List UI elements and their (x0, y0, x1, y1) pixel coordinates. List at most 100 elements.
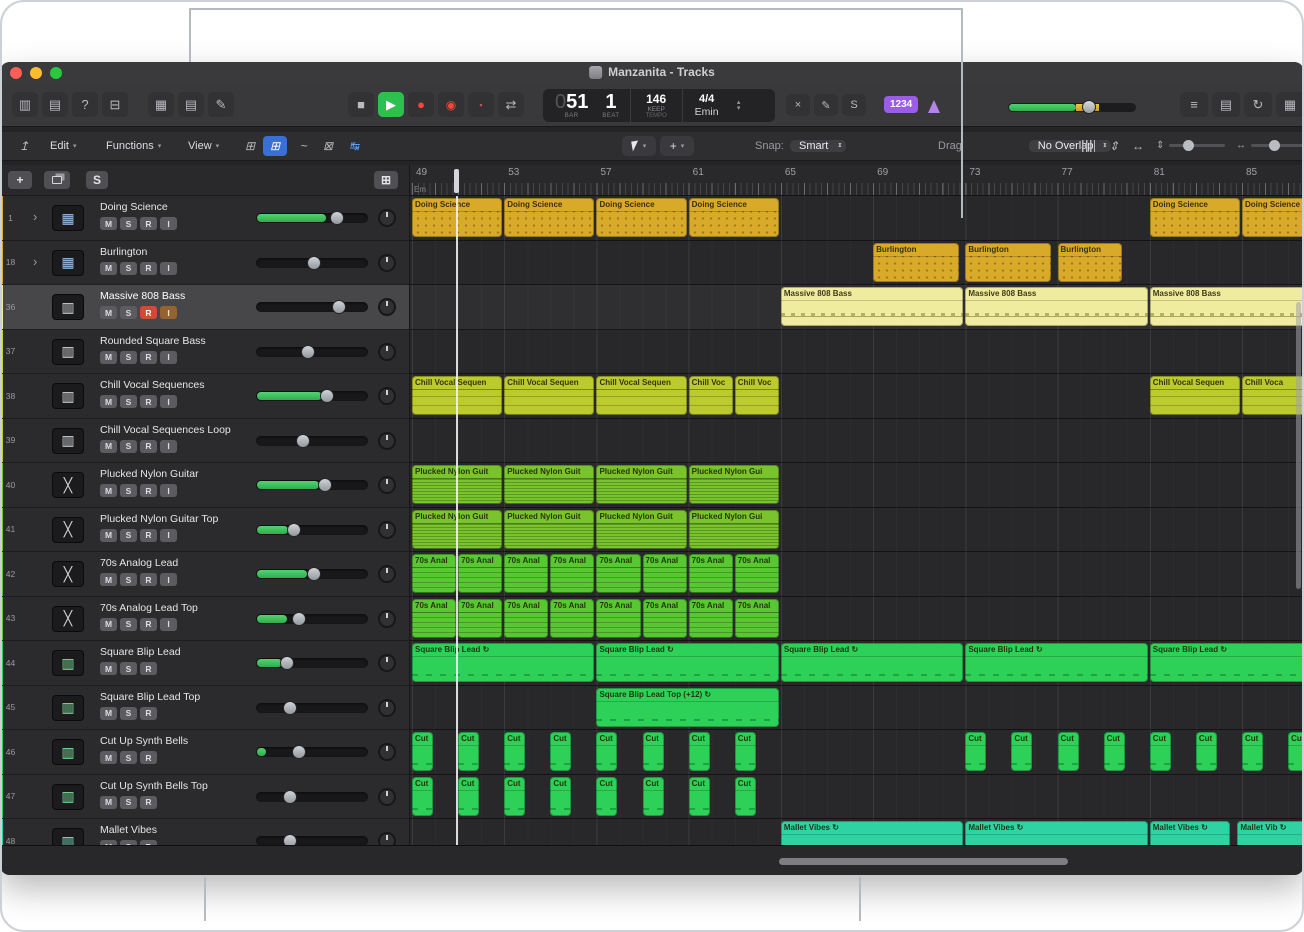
track-lane[interactable]: Square Blip Lead ↻Square Blip Lead ↻Squa… (410, 641, 1304, 686)
titlebar[interactable]: Manzanita - Tracks (0, 62, 1304, 84)
volume-knob[interactable] (287, 523, 301, 537)
region[interactable]: Cut (1104, 732, 1125, 771)
record-enable-button[interactable]: R (140, 217, 157, 230)
region[interactable]: Cut (596, 777, 617, 816)
input-monitoring-button[interactable]: I (160, 440, 177, 453)
record-button[interactable]: ● (408, 92, 434, 117)
mute-button[interactable]: M (100, 618, 117, 631)
cycle-button[interactable]: ⇄ (498, 92, 524, 117)
pan-knob[interactable] (378, 832, 396, 845)
region[interactable]: Mallet Vibes ↻ (965, 821, 1147, 845)
region[interactable]: Plucked Nylon Gui (689, 465, 779, 504)
region[interactable]: 70s Anal (689, 599, 733, 638)
pan-knob[interactable] (378, 565, 396, 583)
volume-knob[interactable] (280, 656, 294, 670)
track-header[interactable]: 40╳Plucked Nylon GuitarMSRI (0, 463, 409, 508)
track-name[interactable]: Cut Up Synth Bells Top (100, 780, 208, 792)
region[interactable]: Chill Voc (689, 376, 733, 415)
region[interactable]: Massive 808 Bass (781, 287, 963, 326)
track-instrument-icon[interactable]: ╳ (52, 517, 84, 543)
library-toggle-button[interactable]: ▥ (12, 92, 38, 117)
lcd-display[interactable]: 051 BAR 1 BEAT 146 KEEP TEMPO 4/4 Emin (543, 89, 775, 122)
pan-knob[interactable] (378, 343, 396, 361)
add-track-button[interactable]: + (8, 171, 32, 189)
region[interactable]: Massive 808 Bass (965, 287, 1147, 326)
playhead-handle[interactable] (454, 169, 459, 193)
track-name[interactable]: Rounded Square Bass (100, 335, 206, 347)
duplicate-track-button[interactable] (44, 171, 70, 189)
track-header[interactable]: 41╳Plucked Nylon Guitar TopMSRI (0, 508, 409, 553)
region[interactable]: Chill Vocal Sequen (1150, 376, 1240, 415)
solo-mode-button[interactable]: S (842, 94, 866, 116)
command-click-tool-menu[interactable]: +▾ (660, 136, 694, 156)
input-monitoring-button[interactable]: I (160, 262, 177, 275)
region[interactable]: Cut (689, 777, 710, 816)
track-lane[interactable]: Massive 808 BassMassive 808 BassMassive … (410, 285, 1304, 330)
record-enable-button[interactable]: R (140, 618, 157, 631)
solo-button[interactable]: S (120, 662, 137, 675)
region[interactable]: Cut (504, 732, 525, 771)
horizontal-zoom-track[interactable] (1251, 144, 1304, 147)
inspector-toggle-button[interactable]: ▤ (42, 92, 68, 117)
disclosure-triangle-icon[interactable]: › (33, 209, 37, 224)
mute-button[interactable]: M (100, 262, 117, 275)
region[interactable]: Burlington (873, 243, 959, 282)
track-lane[interactable]: 70s Anal70s Anal70s Anal70s Anal70s Anal… (410, 552, 1304, 597)
minimize-button[interactable] (30, 67, 42, 79)
track-lanes[interactable]: Doing ScienceDoing ScienceDoing ScienceD… (410, 196, 1304, 845)
volume-knob[interactable] (332, 300, 346, 314)
track-instrument-icon[interactable]: ╳ (52, 472, 84, 498)
region[interactable]: Cut (689, 732, 710, 771)
input-monitoring-button[interactable]: I (160, 395, 177, 408)
region[interactable]: Burlington (965, 243, 1051, 282)
track-lane[interactable]: Doing ScienceDoing ScienceDoing ScienceD… (410, 196, 1304, 241)
record-enable-button[interactable]: R (140, 484, 157, 497)
region[interactable]: Cut (412, 732, 433, 771)
input-monitoring-button[interactable]: I (160, 618, 177, 631)
track-header[interactable]: 36▥Massive 808 BassMSRI (0, 285, 409, 330)
catch-playhead-button[interactable]: ↥ (12, 136, 36, 156)
vertical-zoom-slider[interactable]: ⇕ (1156, 140, 1225, 151)
stop-button[interactable]: ■ (348, 92, 374, 117)
region[interactable]: Cut (1150, 732, 1171, 771)
track-header[interactable]: 42╳70s Analog LeadMSRI (0, 552, 409, 597)
region[interactable]: Cut (735, 777, 756, 816)
mute-button[interactable]: M (100, 395, 117, 408)
volume-slider[interactable] (256, 747, 368, 757)
volume-knob[interactable] (318, 478, 332, 492)
solo-button[interactable]: S (120, 751, 137, 764)
mute-button[interactable]: M (100, 440, 117, 453)
browsers-button[interactable]: ▦ (1276, 92, 1304, 117)
automation-toggle-button[interactable]: ⊞ (238, 136, 262, 156)
solo-button[interactable]: S (120, 618, 137, 631)
region[interactable]: 70s Anal (689, 554, 733, 593)
region[interactable]: 70s Anal (735, 599, 779, 638)
mute-button[interactable]: M (100, 751, 117, 764)
mute-button[interactable]: M (100, 662, 117, 675)
pan-knob[interactable] (378, 476, 396, 494)
region[interactable]: Cut (550, 732, 571, 771)
record-enable-button[interactable]: R (140, 796, 157, 809)
edit-menu[interactable]: Edit▾ (50, 136, 76, 156)
toolbar-toggle-button[interactable]: ⊟ (102, 92, 128, 117)
volume-knob[interactable] (283, 834, 297, 845)
lcd-mode-chevron-icon[interactable]: ▴ ▾ (731, 89, 747, 122)
region[interactable]: 70s Anal (596, 554, 640, 593)
mute-button[interactable]: M (100, 217, 117, 230)
solo-button[interactable]: S (120, 707, 137, 720)
input-monitoring-button[interactable]: I (160, 484, 177, 497)
region[interactable]: Cut (965, 732, 986, 771)
track-lane[interactable]: BurlingtonBurlingtonBurlington (410, 241, 1304, 286)
autopunch-button[interactable]: ▪ (468, 92, 494, 117)
record-enable-button[interactable]: R (140, 662, 157, 675)
mute-button[interactable]: M (100, 573, 117, 586)
horizontal-scrollbar[interactable] (779, 858, 1068, 865)
track-lane[interactable]: CutCutCutCutCutCutCutCut (410, 775, 1304, 820)
solo-button[interactable]: S (120, 484, 137, 497)
region[interactable]: Massive 808 Bass (1150, 287, 1304, 326)
region[interactable]: Plucked Nylon Guit (504, 510, 594, 549)
region[interactable]: Mallet Vibes ↻ (1150, 821, 1230, 845)
track-name[interactable]: Chill Vocal Sequences (100, 379, 204, 391)
volume-slider[interactable] (256, 614, 368, 624)
volume-knob[interactable] (330, 211, 344, 225)
